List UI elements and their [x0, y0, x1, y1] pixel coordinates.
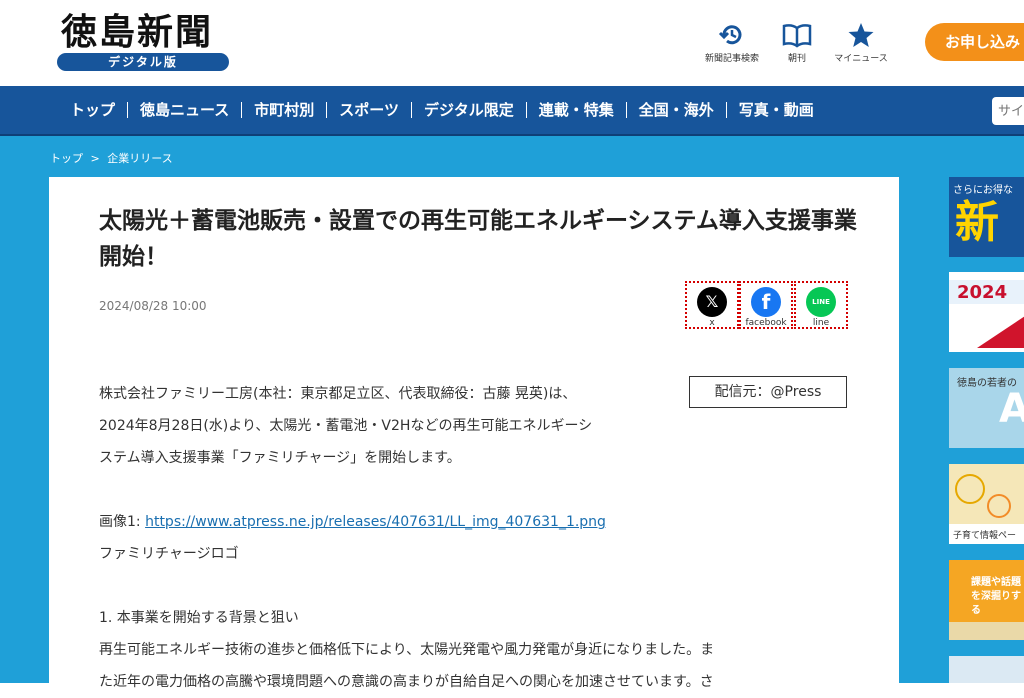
nav-item-photo-video[interactable]: 写真・動画: [725, 102, 826, 118]
morning-paper-label: 朝刊: [787, 54, 806, 64]
site-header: 徳島新聞 デジタル版 新聞記事検索 朝刊 マイニュース お申し込み: [0, 0, 1024, 86]
ad-banner-6[interactable]: [949, 656, 1024, 683]
apply-button[interactable]: お申し込み: [925, 23, 1024, 61]
intro-line: ステム導入支援事業「ファミリチャージ」を開始します。: [99, 450, 461, 466]
my-news-link[interactable]: マイニュース: [830, 22, 892, 64]
article-card: 太陽光＋蓄電池販売・設置での再生可能エネルギーシステム導入支援事業開始！ 202…: [49, 177, 899, 690]
site-logo[interactable]: 徳島新聞 デジタル版: [57, 12, 231, 71]
section-heading: 1. 本事業を開始する背景と狙い: [99, 610, 299, 626]
history-icon: [718, 25, 742, 45]
line-logo-icon: LINE: [806, 287, 836, 317]
article-search-label: 新聞記事検索: [704, 54, 759, 64]
nav-item-digital-only[interactable]: デジタル限定: [411, 102, 526, 118]
breadcrumb: トップ > 企業リリース: [50, 150, 173, 166]
ad1-big-text: 新: [955, 197, 999, 248]
share-facebook-label: facebook: [745, 318, 787, 328]
image-link[interactable]: https://www.atpress.ne.jp/releases/40763…: [145, 514, 606, 530]
my-news-label: マイニュース: [834, 54, 888, 64]
x-logo-icon: 𝕏: [697, 287, 727, 317]
site-search-input[interactable]: [992, 97, 1024, 125]
ad5-text: 課題や話題を深掘りする: [971, 577, 1021, 616]
nav-item-tokushima-news[interactable]: 徳島ニュース: [127, 102, 241, 118]
ad2-text: 2024: [957, 282, 1008, 303]
article-body: 株式会社ファミリー工房(本社：東京都足立区、代表取締役：古藤 晃英)は、 202…: [99, 378, 859, 698]
section-line: た近年の電力価格の高騰や環境問題への意識の高まりが自給自足への関心を加速させてい…: [99, 674, 714, 690]
intro-line: 株式会社ファミリー工房(本社：東京都足立区、代表取締役：古藤 晃英)は、: [99, 386, 577, 402]
facebook-logo-icon: f: [751, 287, 781, 317]
ad4-text: 子育て情報ペー: [953, 531, 1017, 541]
share-x-label: x: [709, 318, 715, 328]
article-search-link[interactable]: 新聞記事検索: [700, 22, 764, 64]
logo-subtitle: デジタル版: [57, 53, 229, 71]
nav-item-series[interactable]: 連載・特集: [525, 102, 626, 118]
image-reference: 画像1: https://www.atpress.ne.jp/releases/…: [99, 506, 859, 538]
breadcrumb-home[interactable]: トップ: [50, 152, 83, 165]
image-prefix: 画像1:: [99, 514, 146, 530]
breadcrumb-separator: >: [90, 152, 100, 165]
intro-line: 2024年8月28日(水)より、太陽光・蓄電池・V2Hなどの再生可能エネルギーシ: [99, 418, 593, 434]
share-line-label: line: [812, 318, 830, 328]
article-date: 2024/08/28 10:00: [99, 299, 207, 313]
ad-banner-2024[interactable]: 2024: [949, 272, 1024, 352]
nav-item-municipalities[interactable]: 市町村別: [241, 102, 326, 118]
logo-title: 徳島新聞: [61, 11, 214, 53]
ad-banner-subscription[interactable]: さらにお得な 新: [949, 177, 1024, 257]
ad-banner-childcare[interactable]: 子育て情報ペー: [949, 464, 1024, 544]
nav-item-top[interactable]: トップ: [58, 102, 127, 118]
ad1-top-text: さらにお得な: [953, 185, 1013, 196]
nav-item-sports[interactable]: スポーツ: [326, 102, 411, 118]
ad-banner-youth[interactable]: 徳島の若者の A: [949, 368, 1024, 448]
book-icon: [782, 24, 812, 48]
section-line: 再生可能エネルギー技術の進歩と価格低下により、太陽光発電や風力発電が身近になりま…: [99, 642, 715, 658]
breadcrumb-current[interactable]: 企業リリース: [107, 152, 172, 165]
share-facebook-button[interactable]: f facebook: [739, 281, 793, 329]
image-caption: ファミリチャージロゴ: [99, 546, 239, 562]
ad-banner-deep-dive[interactable]: 課題や話題を深掘りする: [949, 560, 1024, 640]
morning-paper-link[interactable]: 朝刊: [778, 22, 816, 64]
star-icon: [848, 23, 874, 47]
ad3-big-text: A: [999, 386, 1024, 432]
article-title: 太陽光＋蓄電池販売・設置での再生可能エネルギーシステム導入支援事業開始！: [99, 208, 857, 270]
share-x-button[interactable]: 𝕏 x: [685, 281, 739, 329]
nav-item-national[interactable]: 全国・海外: [625, 102, 726, 118]
share-line-button[interactable]: LINE line: [794, 281, 848, 329]
main-nav: トップ 徳島ニュース 市町村別 スポーツ デジタル限定 連載・特集 全国・海外 …: [0, 86, 1024, 136]
